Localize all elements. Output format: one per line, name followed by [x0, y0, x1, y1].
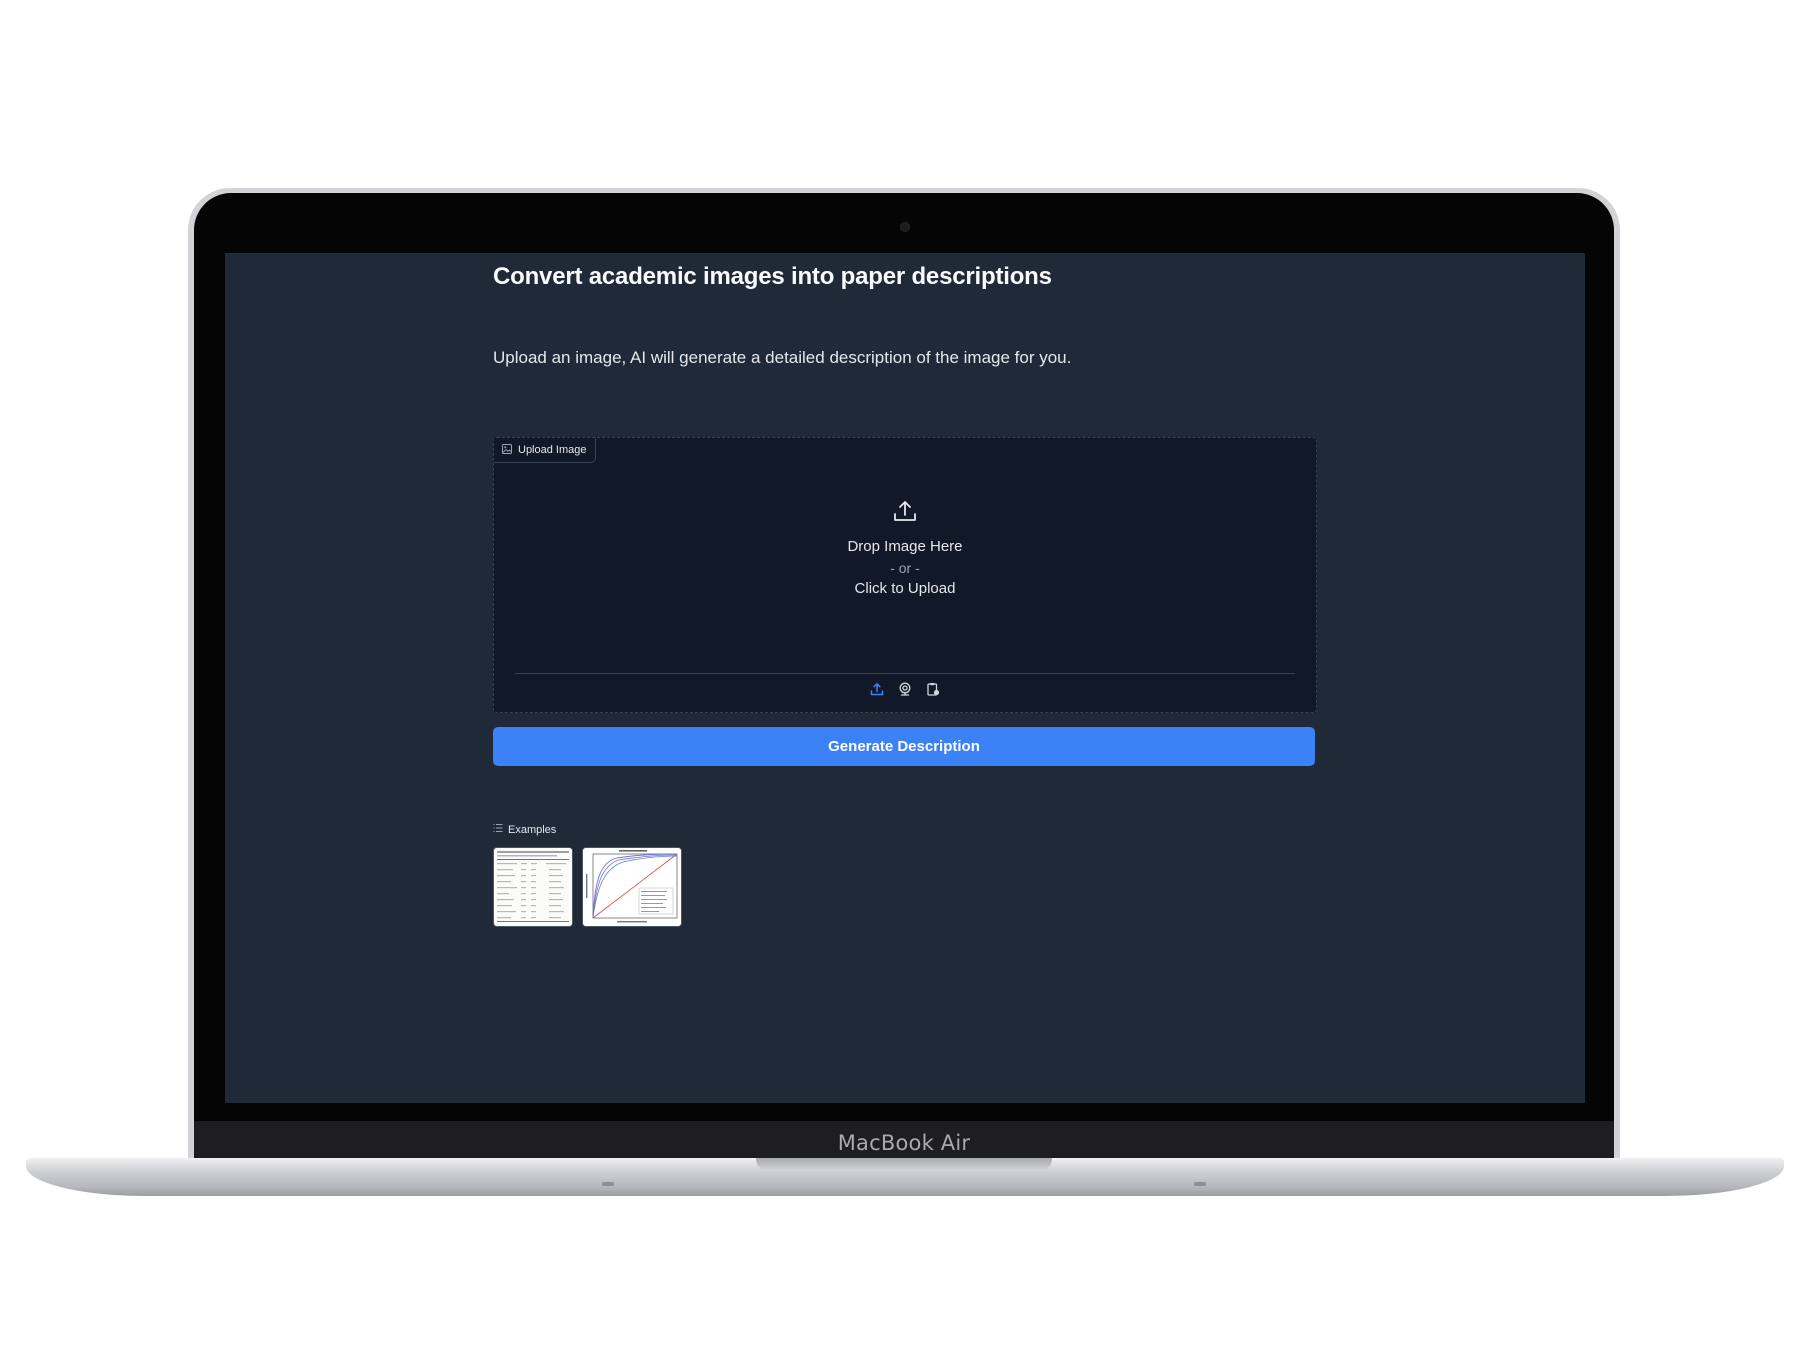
source-divider: [515, 673, 1295, 674]
click-to-upload-text[interactable]: Click to Upload: [855, 578, 956, 600]
clipboard-icon: [926, 682, 940, 701]
examples-label: Examples: [508, 823, 557, 836]
source-selector: [494, 682, 1316, 704]
page-subtitle: Upload an image, AI will generate a deta…: [493, 348, 1072, 367]
webcam-source-button[interactable]: [896, 682, 914, 700]
examples-header: Examples: [493, 823, 556, 836]
image-upload-block[interactable]: Upload Image Drop Image Here - or - Clic…: [493, 437, 1317, 713]
examples-gallery: [493, 847, 682, 927]
example-table-thumbnail[interactable]: [493, 847, 573, 927]
laptop-notch: [756, 1158, 1052, 1171]
laptop-foot: [602, 1182, 614, 1186]
laptop-foot: [1194, 1182, 1206, 1186]
clipboard-source-button[interactable]: [924, 682, 942, 700]
image-icon: [502, 443, 512, 457]
generate-description-button[interactable]: Generate Description: [493, 727, 1315, 766]
drop-image-text: Drop Image Here: [847, 538, 963, 555]
drop-zone[interactable]: Drop Image Here - or - Click to Upload: [494, 498, 1316, 608]
example-chart-thumbnail[interactable]: [582, 847, 682, 927]
app-screen: Convert academic images into paper descr…: [225, 253, 1585, 1103]
camera-icon: [900, 222, 910, 232]
upload-block-label: Upload Image: [494, 438, 596, 463]
upload-icon: [892, 498, 918, 529]
drop-or-text: - or -: [890, 560, 920, 576]
list-icon: [493, 823, 503, 836]
upload-label-text: Upload Image: [518, 444, 587, 456]
webcam-icon: [898, 682, 912, 701]
upload-icon: [870, 682, 884, 701]
page-title: Convert academic images into paper descr…: [493, 263, 1052, 290]
upload-source-button[interactable]: [868, 682, 886, 700]
